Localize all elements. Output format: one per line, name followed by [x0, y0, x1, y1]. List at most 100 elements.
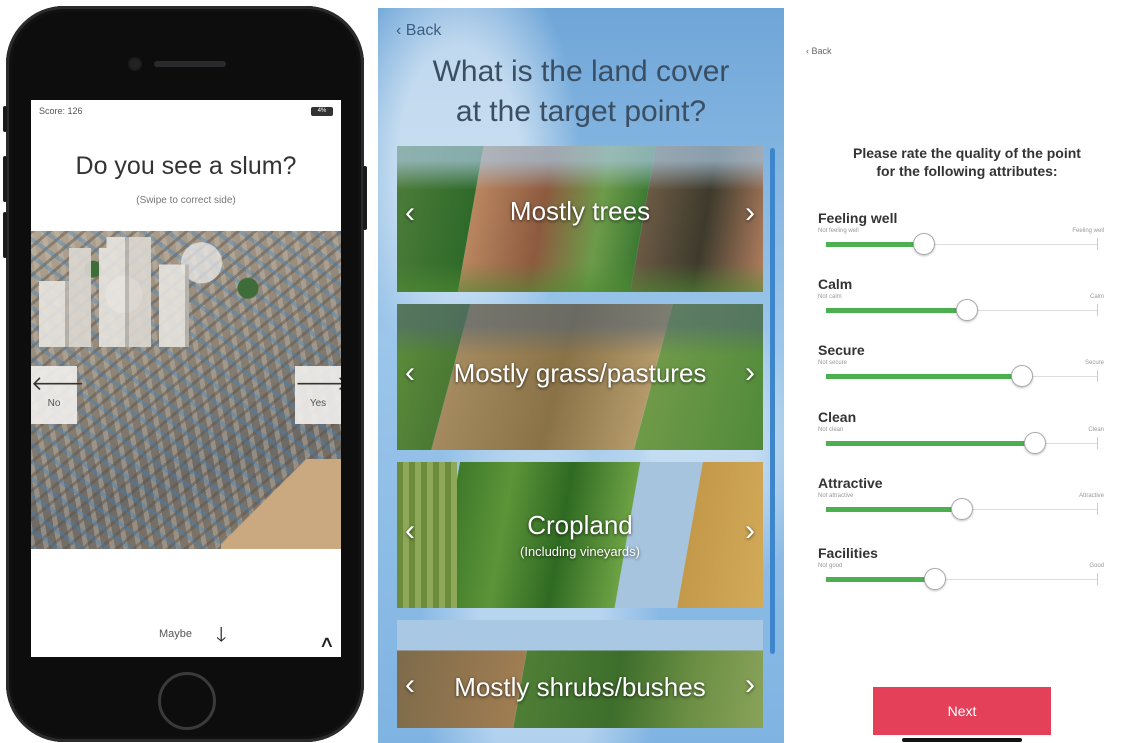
slider-fill	[826, 308, 968, 313]
land-cover-question: What is the land cover at the target poi…	[378, 52, 784, 132]
front-camera	[130, 59, 140, 69]
back-label: Back	[811, 46, 832, 56]
slider-fill	[826, 242, 924, 247]
chevron-left-icon: ‹	[806, 46, 809, 56]
option-mostly-trees[interactable]: Mostly trees ‹ ›	[397, 146, 763, 292]
phone-device: Score: 126 4% Do you see a slum? (Swipe …	[3, 6, 367, 742]
slider-end-tick	[1097, 573, 1098, 585]
slum-question: Do you see a slum?	[75, 152, 297, 180]
slider-track[interactable]	[826, 365, 1098, 387]
scale-high-label: Good	[1089, 563, 1104, 569]
scale-low-label: Not feeling well	[818, 228, 859, 234]
question-line-1: What is the land cover	[432, 55, 730, 88]
scale-high-label: Feeling well	[1072, 228, 1104, 234]
attribute-slider-row: Feeling well Not feeling well Feeling well	[818, 210, 1108, 270]
volume-up-button	[3, 156, 7, 202]
slider-thumb[interactable]	[1010, 365, 1033, 387]
scale-low-label: Not good	[818, 563, 843, 569]
aerial-photo[interactable]: 🡐 No 🡒 Yes	[31, 231, 341, 549]
sand-area	[221, 459, 341, 549]
prompt-line-2: for the following attributes:	[876, 163, 1058, 179]
chevron-right-icon: ›	[745, 196, 755, 229]
arrow-down-icon[interactable]: 🡓	[216, 620, 226, 654]
attribute-slider-row: Clean Not clean Clean	[818, 409, 1108, 469]
score-text: Score: 126	[39, 106, 83, 116]
option-mostly-shrubs[interactable]: Mostly shrubs/bushes ‹ ›	[397, 620, 763, 728]
attribute-name: Clean	[818, 409, 857, 425]
arrow-right-icon: 🡒	[295, 373, 341, 395]
slider-fill	[826, 507, 962, 512]
attribute-name: Attractive	[818, 475, 883, 491]
chevron-left-icon: ‹	[405, 668, 415, 701]
volume-down-button	[3, 212, 7, 258]
slider-track[interactable]	[826, 498, 1098, 520]
scale-high-label: Attractive	[1078, 493, 1104, 499]
chevron-left-icon: ‹	[405, 356, 415, 389]
option-cropland[interactable]: Cropland (Including vineyards) ‹ ›	[397, 462, 763, 608]
back-label: Back	[405, 22, 442, 39]
next-button[interactable]: Next	[873, 687, 1051, 735]
scale-high-label: Secure	[1084, 360, 1104, 366]
mute-switch	[3, 106, 7, 132]
chevron-left-icon: ‹	[405, 514, 415, 547]
attribute-name: Feeling well	[818, 210, 898, 226]
slider-thumb[interactable]	[912, 233, 935, 255]
attribute-name: Secure	[818, 342, 865, 358]
yes-option[interactable]: 🡒 Yes	[295, 366, 341, 424]
slider-fill	[826, 577, 935, 582]
apartment-towers	[39, 237, 189, 347]
option-sublabel: (Including vineyards)	[520, 544, 640, 559]
attribute-scale-labels: Not clean Clean	[818, 425, 1108, 435]
land-cover-screen: ‹ Back What is the land cover at the tar…	[378, 8, 784, 743]
chevron-left-icon: ‹	[405, 196, 415, 229]
scrollbar[interactable]	[770, 148, 775, 654]
screenshot-collage: Score: 126 4% Do you see a slum? (Swipe …	[0, 0, 1126, 743]
attribute-name: Facilities	[818, 545, 878, 561]
back-button[interactable]: ‹ Back	[806, 46, 832, 56]
option-label: Cropland	[527, 510, 633, 540]
scale-high-label: Calm	[1089, 294, 1104, 300]
earpiece-speaker	[154, 61, 226, 67]
slider-track[interactable]	[826, 568, 1098, 590]
option-label: Mostly shrubs/bushes	[454, 672, 706, 702]
option-mostly-grass[interactable]: Mostly grass/pastures ‹ ›	[397, 304, 763, 450]
attribute-name: Calm	[818, 276, 853, 292]
option-label: Mostly grass/pastures	[453, 358, 707, 388]
chevron-up-icon[interactable]: ∧	[319, 632, 335, 652]
slider-thumb[interactable]	[923, 568, 946, 590]
chevron-right-icon: ›	[745, 356, 755, 389]
slider-track[interactable]	[826, 233, 1098, 255]
home-indicator	[902, 738, 1022, 742]
slider-fill	[826, 441, 1036, 446]
attribute-scale-labels: Not feeling well Feeling well	[818, 226, 1108, 236]
slider-end-tick	[1097, 238, 1098, 250]
prompt-line-1: Please rate the quality of the point	[853, 145, 1081, 161]
swipe-hint: (Swipe to correct side)	[136, 195, 236, 206]
power-button	[363, 166, 367, 230]
scale-high-label: Clean	[1088, 427, 1104, 433]
scale-low-label: Not clean	[818, 427, 844, 433]
slider-track[interactable]	[826, 432, 1098, 454]
slider-end-tick	[1097, 503, 1098, 515]
attribute-slider-row: Secure Not secure Secure	[818, 342, 1108, 402]
scale-low-label: Not secure	[818, 360, 848, 366]
slider-end-tick	[1097, 370, 1098, 382]
arrow-left-icon: 🡐	[31, 373, 85, 395]
maybe-label[interactable]: Maybe	[159, 628, 192, 640]
home-button[interactable]	[158, 672, 216, 730]
slider-track[interactable]	[826, 299, 1098, 321]
slider-thumb[interactable]	[1024, 432, 1047, 454]
no-option[interactable]: 🡐 No	[31, 366, 85, 424]
back-button[interactable]: ‹ Back	[396, 22, 441, 40]
slider-thumb[interactable]	[951, 498, 973, 520]
chevron-left-icon: ‹	[396, 22, 402, 39]
question-line-2: at the target point?	[455, 95, 707, 128]
attribute-slider-row: Facilities Not good Good	[818, 545, 1108, 605]
status-bar: Score: 126 4%	[39, 106, 333, 118]
slider-thumb[interactable]	[956, 299, 979, 321]
attribute-slider-row: Calm Not calm Calm	[818, 276, 1108, 336]
attribute-scale-labels: Not good Good	[818, 561, 1108, 571]
rating-prompt: Please rate the quality of the point for…	[808, 144, 1126, 180]
option-label: Mostly trees	[509, 196, 651, 226]
chevron-right-icon: ›	[745, 514, 755, 547]
